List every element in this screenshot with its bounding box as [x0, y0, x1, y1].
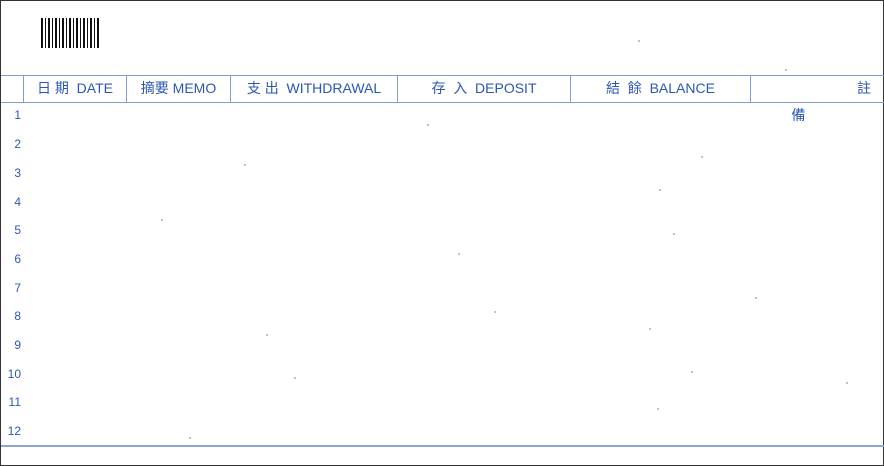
paper-speck: [755, 297, 757, 299]
column-header-withdrawal: 支 出 WITHDRAWAL: [246, 80, 382, 96]
row-number: 5: [14, 223, 21, 237]
remarks-right-char: 註: [857, 80, 871, 96]
column-header-memo: 摘要 MEMO: [140, 80, 217, 96]
row-number: 10: [7, 367, 21, 381]
column-header-date: 日 期 DATE: [37, 80, 113, 96]
row-number: 2: [14, 137, 21, 151]
paper-speck: [294, 377, 296, 379]
paper-speck: [161, 219, 163, 221]
paper-speck: [189, 437, 191, 439]
row-number: 9: [14, 338, 21, 352]
paper-speck: [673, 233, 675, 235]
row-number: 7: [14, 281, 21, 295]
column-header-remarks: 備 註: [751, 75, 884, 123]
passbook-page: 日 期 DATE 摘要 MEMO 支 出 WITHDRAWAL 存 入 DEPO…: [0, 0, 884, 466]
row-number: 6: [14, 252, 21, 266]
ledger-table: 日 期 DATE 摘要 MEMO 支 出 WITHDRAWAL 存 入 DEPO…: [1, 75, 884, 446]
paper-speck: [657, 408, 659, 410]
paper-speck: [458, 253, 460, 255]
column-header-balance: 結 餘 BALANCE: [606, 80, 715, 96]
paper-speck: [701, 156, 703, 158]
row-number: 3: [14, 166, 21, 180]
paper-speck: [427, 124, 429, 126]
paper-speck: [659, 189, 661, 191]
barcode-icon: [41, 18, 99, 48]
paper-speck: [638, 40, 640, 42]
page-bottom-rule: [1, 445, 884, 447]
column-divider: [23, 75, 24, 102]
paper-speck: [244, 164, 246, 166]
row-number: 8: [14, 309, 21, 323]
paper-speck: [691, 371, 693, 373]
paper-speck: [846, 382, 848, 384]
row-number: 12: [7, 424, 21, 438]
paper-speck: [494, 311, 496, 313]
column-header-deposit: 存 入 DEPOSIT: [431, 80, 537, 96]
paper-speck: [649, 328, 651, 330]
paper-speck: [266, 334, 268, 336]
remarks-left-char: 備: [791, 107, 806, 123]
paper-speck: [785, 69, 787, 71]
row-number: 1: [14, 108, 21, 122]
row-number: 11: [8, 395, 21, 409]
row-number: 4: [14, 195, 21, 209]
